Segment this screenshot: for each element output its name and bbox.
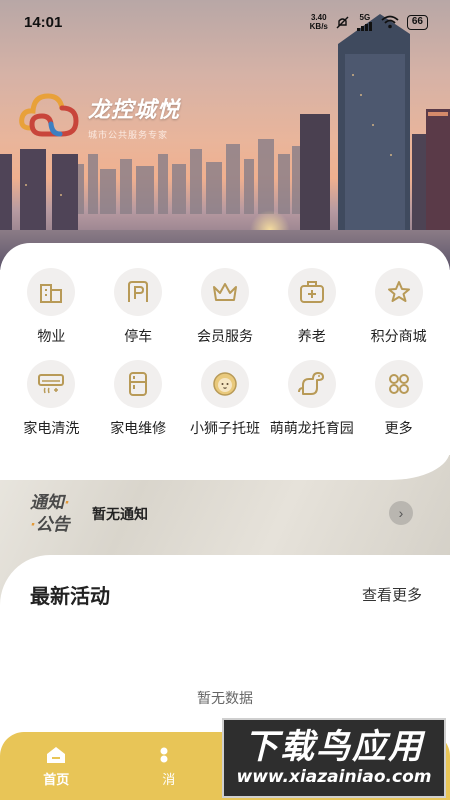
watermark-title: 下载鸟应用 bbox=[244, 727, 424, 767]
service-label: 积分商城 bbox=[370, 328, 427, 344]
empty-state: 暂无数据 bbox=[197, 690, 253, 706]
chevron-right-icon[interactable]: › bbox=[389, 501, 413, 525]
nav-message[interactable]: 消 bbox=[113, 732, 226, 800]
service-dino-nursery[interactable]: 萌萌龙托育园 bbox=[268, 360, 355, 452]
service-label: 萌萌龙托育园 bbox=[269, 420, 354, 436]
wifi-icon bbox=[381, 15, 399, 29]
nav-home[interactable]: 首页 bbox=[0, 732, 113, 800]
lion-icon bbox=[213, 372, 237, 396]
network-speed: 3.40 KB/s bbox=[309, 13, 328, 31]
message-icon bbox=[160, 747, 168, 762]
crown-icon bbox=[212, 283, 237, 301]
service-parking[interactable]: 停车 bbox=[95, 268, 182, 360]
air-conditioner-icon bbox=[38, 374, 65, 394]
battery-indicator: 66 bbox=[406, 14, 428, 30]
service-label: 物业 bbox=[37, 328, 66, 344]
mute-icon bbox=[336, 16, 349, 28]
service-membership[interactable]: 会员服务 bbox=[182, 268, 269, 360]
refrigerator-icon bbox=[129, 372, 148, 396]
watermark-url: www.xiazainiao.com bbox=[236, 767, 432, 787]
medical-kit-icon bbox=[299, 281, 324, 303]
service-elderly-care[interactable]: 养老 bbox=[268, 268, 355, 360]
service-appliance-cleaning[interactable]: 家电清洗 bbox=[8, 360, 95, 452]
cloud-logo-icon bbox=[19, 93, 79, 137]
service-label: 停车 bbox=[124, 328, 153, 344]
watermark: 下载鸟应用 www.xiazainiao.com bbox=[222, 718, 446, 798]
brand-title: 龙控城悦 bbox=[88, 96, 181, 122]
service-label: 会员服务 bbox=[196, 328, 253, 344]
clock: 14:01 bbox=[24, 13, 63, 31]
nav-home-label: 首页 bbox=[43, 771, 70, 787]
service-label: 更多 bbox=[384, 420, 413, 436]
service-property[interactable]: 物业 bbox=[8, 268, 95, 360]
service-appliance-repair[interactable]: 家电维修 bbox=[95, 360, 182, 452]
notice-bar[interactable]: 通知· ·公告 暂无通知 › bbox=[0, 483, 450, 545]
service-label: 小狮子托班 bbox=[189, 420, 260, 436]
activity-header: 最新活动 查看更多 bbox=[30, 580, 422, 609]
cellular-signal: 5G bbox=[356, 13, 373, 31]
status-icons: 3.40 KB/s 5G 66 bbox=[310, 13, 428, 31]
brand-subtitle: 城市公共服务专家 bbox=[88, 129, 169, 140]
service-more[interactable]: 更多 bbox=[355, 360, 442, 452]
notice-text: 暂无通知 bbox=[92, 506, 148, 522]
brand-logo: 龙控城悦 城市公共服务专家 bbox=[18, 88, 180, 144]
service-points-mall[interactable]: 积分商城 bbox=[355, 268, 442, 360]
service-little-lion-daycare[interactable]: 小狮子托班 bbox=[182, 360, 269, 452]
status-bar: 14:01 3.40 KB/s 5G 66 bbox=[0, 0, 450, 44]
dinosaur-icon bbox=[297, 372, 324, 395]
parking-icon bbox=[128, 281, 149, 302]
home-icon bbox=[47, 746, 66, 763]
nav-message-label: 消 bbox=[162, 771, 176, 787]
building-icon bbox=[40, 284, 63, 303]
more-grid-icon bbox=[388, 374, 409, 394]
service-label: 养老 bbox=[297, 328, 326, 344]
signal-bars-icon bbox=[356, 22, 372, 31]
service-label: 家电维修 bbox=[110, 420, 167, 436]
notice-badge: 通知· ·公告 bbox=[30, 493, 70, 534]
service-label: 家电清洗 bbox=[23, 420, 80, 436]
service-grid: 物业 停车 会员服务 养老 积分商城 家电清洗 家电维修 小狮子托班 萌萌龙托育… bbox=[0, 268, 450, 452]
section-title: 最新活动 bbox=[30, 586, 110, 608]
star-icon bbox=[387, 281, 410, 302]
view-more-link[interactable]: 查看更多 bbox=[362, 584, 422, 605]
